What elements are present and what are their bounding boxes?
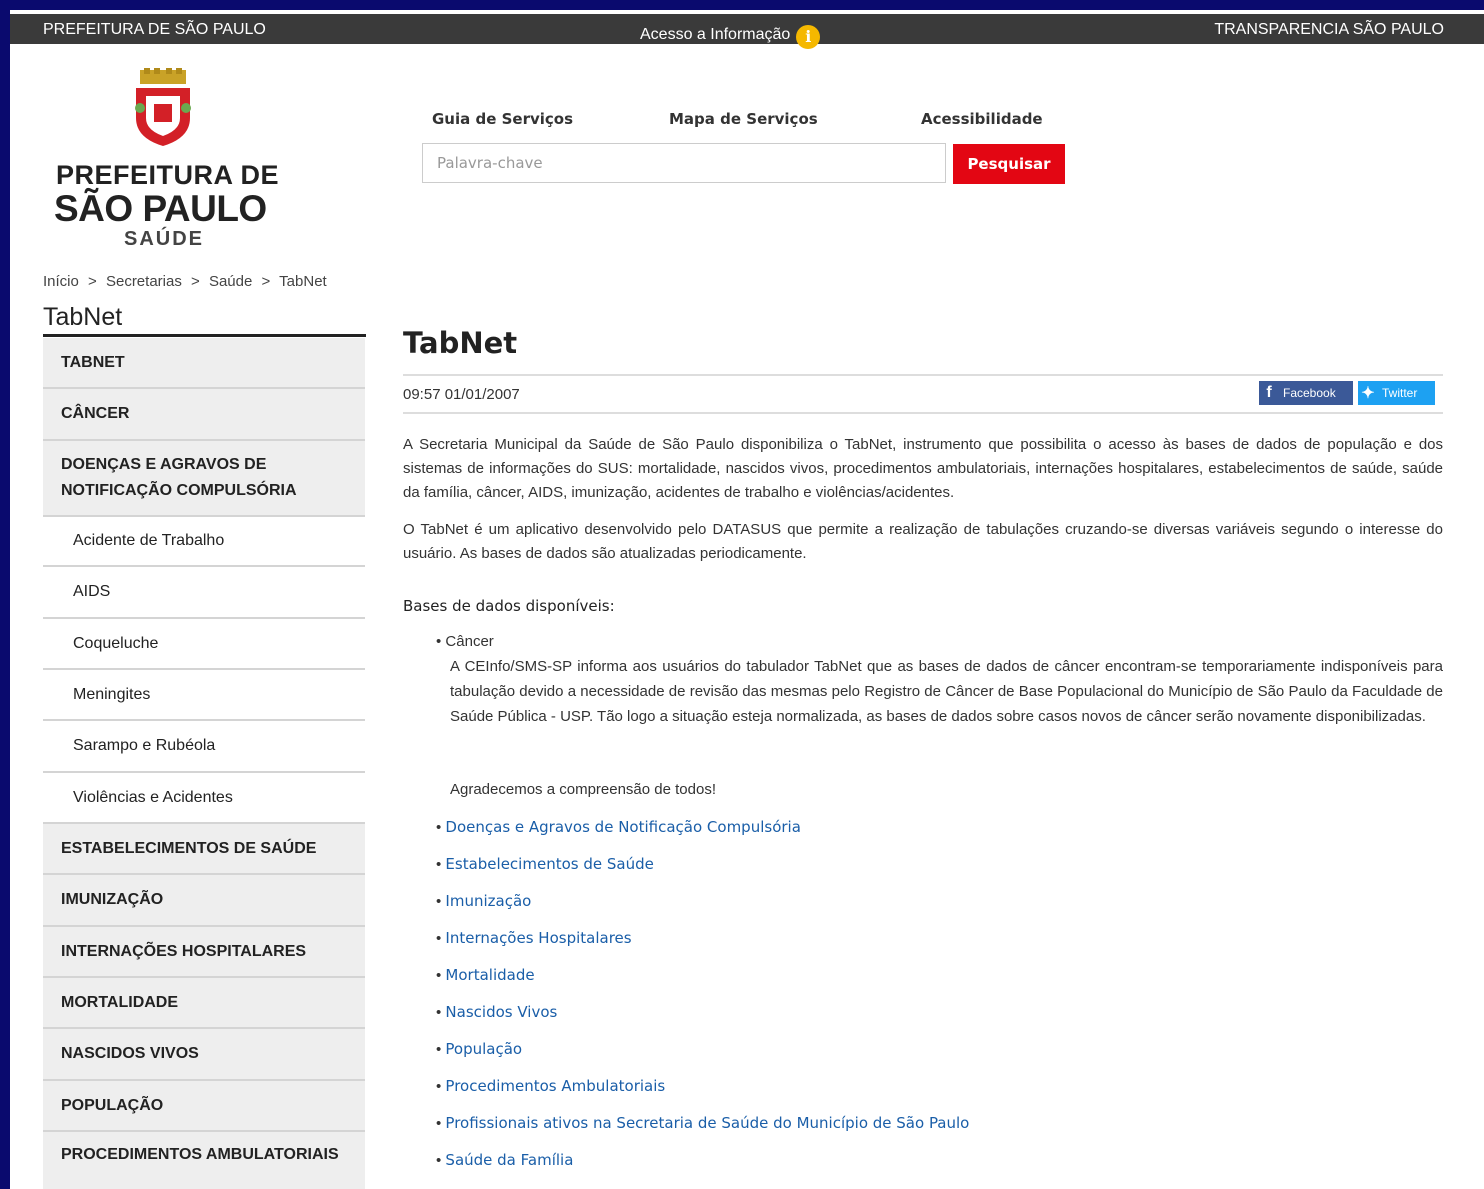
link-saude-familia[interactable]: Saúde da Família — [445, 1151, 573, 1169]
breadcrumb-separator: > — [261, 273, 271, 290]
sidebar-title-rule — [43, 334, 366, 337]
publish-date: 09:57 01/01/2007 — [403, 386, 520, 403]
list-item: • Saúde da Família — [436, 1151, 574, 1169]
acesso-informacao-link[interactable]: Acesso a Informação i — [640, 21, 821, 49]
twitter-icon: ✦ — [1361, 385, 1375, 402]
twitter-share-label: Twitter — [1382, 386, 1418, 400]
list-item-cancer: • Câncer — [436, 633, 494, 650]
info-icon: i — [796, 25, 821, 49]
list-item: • Nascidos Vivos — [436, 1003, 558, 1021]
list-item: • Doenças e Agravos de Notificação Compu… — [436, 818, 801, 836]
sidebar-item-coqueluche[interactable]: Coqueluche — [43, 619, 365, 670]
sidebar-menu: TABNET CÂNCER DOENÇAS E AGRAVOS DE NOTIF… — [43, 338, 365, 1189]
breadcrumb-saude[interactable]: Saúde — [209, 273, 252, 290]
search-input[interactable] — [422, 143, 946, 183]
sidebar-title: TabNet — [43, 303, 123, 331]
nav-acessibilidade[interactable]: Acessibilidade — [921, 110, 1043, 128]
sidebar-item-meningites[interactable]: Meningites — [43, 670, 365, 721]
sidebar-item-doencas-agravos[interactable]: DOENÇAS E AGRAVOS DE NOTIFICAÇÃO COMPULS… — [43, 441, 365, 517]
nav-mapa-servicos[interactable]: Mapa de Serviços — [669, 110, 818, 128]
search-button[interactable]: Pesquisar — [953, 144, 1065, 184]
top-bar: PREFEITURA DE SÃO PAULO Acesso a Informa… — [10, 14, 1484, 49]
breadcrumb-separator: > — [88, 273, 97, 290]
breadcrumb-secretarias[interactable]: Secretarias — [106, 273, 182, 290]
list-item: • Procedimentos Ambulatoriais — [436, 1077, 666, 1095]
prefeitura-link[interactable]: PREFEITURA DE SÃO PAULO — [43, 21, 266, 39]
cancer-label: Câncer — [445, 633, 494, 650]
breadcrumb-inicio[interactable]: Início — [43, 273, 79, 290]
breadcrumb: Início > Secretarias > Saúde > TabNet — [43, 273, 332, 290]
link-imunizacao[interactable]: Imunização — [445, 892, 531, 910]
coat-of-arms-icon — [135, 68, 191, 146]
site-logo[interactable]: PREFEITURA DE SÃO PAULO SAÚDE — [54, 68, 279, 250]
link-doencas-agravos[interactable]: Doenças e Agravos de Notificação Compuls… — [445, 818, 800, 836]
list-item: • Profissionais ativos na Secretaria de … — [436, 1114, 970, 1132]
sidebar-item-internacoes[interactable]: INTERNAÇÕES HOSPITALARES — [43, 927, 365, 978]
sidebar-item-sarampo-rubeola[interactable]: Sarampo e Rubéola — [43, 721, 365, 773]
acesso-informacao-label: Acesso a Informação — [640, 26, 791, 43]
sidebar-item-mortalidade[interactable]: MORTALIDADE — [43, 978, 365, 1029]
logo-text-sao-paulo: SÃO PAULO — [54, 188, 267, 229]
list-item: • Mortalidade — [436, 966, 535, 984]
facebook-icon: f — [1266, 384, 1272, 401]
sidebar-item-procedimentos[interactable]: PROCEDIMENTOS AMBULATORIAIS — [43, 1132, 365, 1189]
cancer-thanks: Agradecemos a compreensão de todos! — [450, 781, 716, 798]
sidebar-item-imunizacao[interactable]: IMUNIZAÇÃO — [43, 875, 365, 927]
list-item: • Estabelecimentos de Saúde — [436, 855, 654, 873]
logo-text-prefeitura: PREFEITURA DE — [56, 160, 280, 190]
link-mortalidade[interactable]: Mortalidade — [445, 966, 534, 984]
twitter-share-button[interactable]: ✦ Twitter — [1358, 381, 1435, 405]
link-profissionais-ativos[interactable]: Profissionais ativos na Secretaria de Sa… — [445, 1114, 969, 1132]
sidebar-item-nascidos-vivos[interactable]: NASCIDOS VIVOS — [43, 1029, 365, 1081]
breadcrumb-separator: > — [191, 273, 200, 290]
logo-text-saude: SAÚDE — [124, 228, 205, 250]
breadcrumb-tabnet: TabNet — [279, 273, 327, 290]
sidebar-item-cancer[interactable]: CÂNCER — [43, 389, 365, 441]
bases-heading: Bases de dados disponíveis: — [403, 597, 615, 615]
sidebar-item-populacao[interactable]: POPULAÇÃO — [43, 1081, 365, 1132]
sidebar-item-acidente-trabalho[interactable]: Acidente de Trabalho — [43, 517, 365, 567]
list-item: • População — [436, 1040, 523, 1058]
nav-guia-servicos[interactable]: Guia de Serviços — [432, 110, 573, 128]
link-populacao[interactable]: População — [445, 1040, 522, 1058]
sidebar-item-aids[interactable]: AIDS — [43, 567, 365, 619]
tabnet-description: O TabNet é um aplicativo desenvolvido pe… — [403, 521, 1443, 562]
sidebar-item-tabnet[interactable]: TABNET — [43, 338, 365, 389]
sidebar-item-violencias-acidentes[interactable]: Violências e Acidentes — [43, 773, 365, 824]
date-divider — [403, 412, 1443, 414]
link-nascidos-vivos[interactable]: Nascidos Vivos — [445, 1003, 557, 1021]
facebook-share-label: Facebook — [1283, 386, 1336, 400]
link-estabelecimentos[interactable]: Estabelecimentos de Saúde — [445, 855, 653, 873]
list-item: • Imunização — [436, 892, 532, 910]
sidebar-item-estabelecimentos[interactable]: ESTABELECIMENTOS DE SAÚDE — [43, 824, 365, 875]
link-procedimentos[interactable]: Procedimentos Ambulatoriais — [445, 1077, 665, 1095]
title-divider — [403, 374, 1443, 376]
transparencia-link[interactable]: TRANSPARENCIA SÃO PAULO — [1214, 21, 1444, 39]
page-title: TabNet — [403, 326, 518, 360]
facebook-share-button[interactable]: f Facebook — [1259, 381, 1353, 405]
intro-paragraph: A Secretaria Municipal da Saúde de São P… — [403, 436, 1443, 501]
cancer-notice: A CEInfo/SMS-SP informa aos usuários do … — [450, 658, 1443, 725]
link-internacoes[interactable]: Internações Hospitalares — [445, 929, 631, 947]
list-item: • Internações Hospitalares — [436, 929, 632, 947]
page-frame: PREFEITURA DE SÃO PAULO Acesso a Informa… — [10, 10, 1484, 1189]
